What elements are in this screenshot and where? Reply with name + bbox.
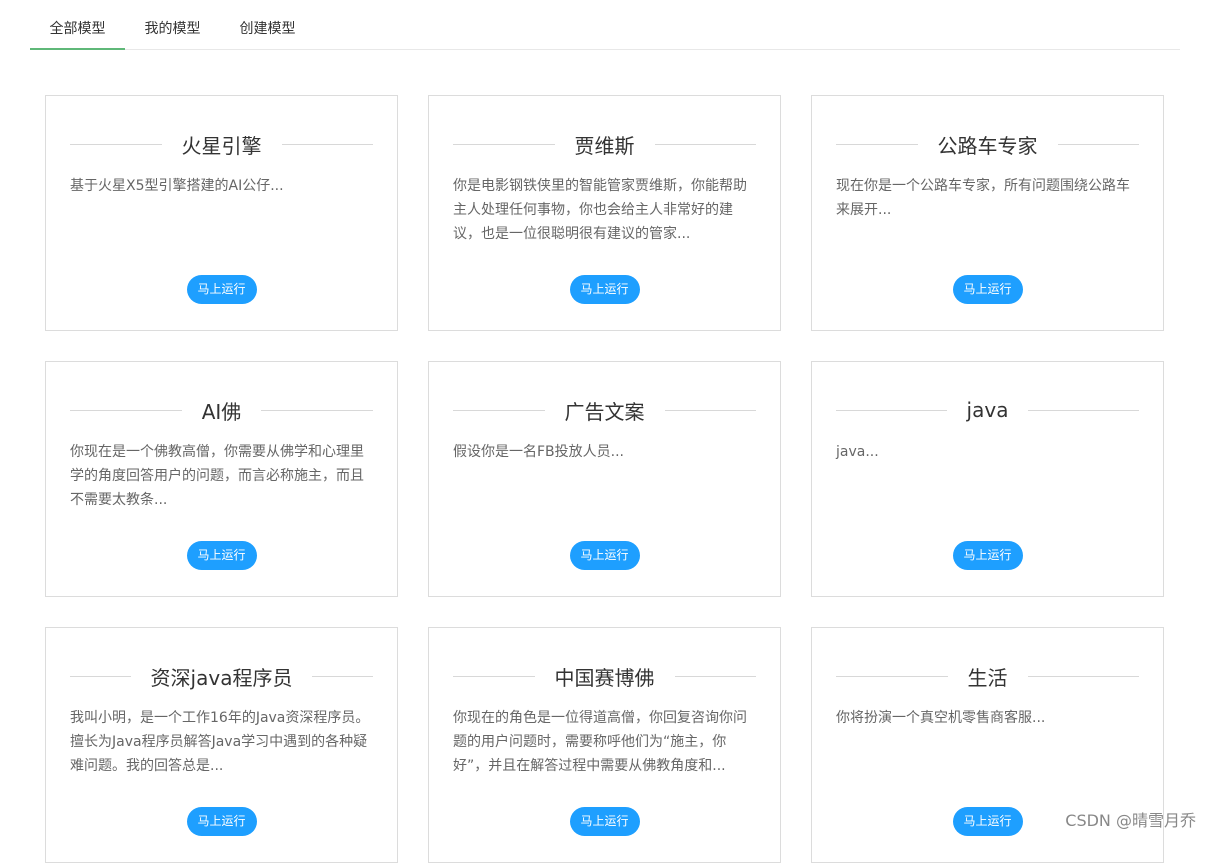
run-now-button[interactable]: 马上运行 xyxy=(570,807,640,836)
card-title-row: AI佛 xyxy=(70,395,373,425)
model-card-senior-java-dev: 资深java程序员 我叫小明，是一个工作16年的Java资深程序员。擅长为Jav… xyxy=(45,627,398,863)
card-title-row: java xyxy=(836,395,1139,425)
card-title-row: 火星引擎 xyxy=(70,129,373,159)
title-divider-left xyxy=(70,144,162,145)
title-divider-left xyxy=(70,410,182,411)
title-divider-left xyxy=(836,676,948,677)
card-title-row: 广告文案 xyxy=(453,395,756,425)
run-now-button[interactable]: 马上运行 xyxy=(570,275,640,304)
run-now-button[interactable]: 马上运行 xyxy=(953,541,1023,570)
title-divider-right xyxy=(665,410,757,411)
title-divider-right xyxy=(675,676,757,677)
run-now-button[interactable]: 马上运行 xyxy=(953,807,1023,836)
title-divider-right xyxy=(282,144,374,145)
card-title: 资深java程序员 xyxy=(131,662,313,691)
card-title-row: 中国赛博佛 xyxy=(453,661,756,691)
model-card-road-bike-expert: 公路车专家 现在你是一个公路车专家，所有问题围绕公路车来展开... 马上运行 xyxy=(811,95,1164,331)
model-card-jarvis: 贾维斯 你是电影钢铁侠里的智能管家贾维斯，你能帮助主人处理任何事物，你也会给主人… xyxy=(428,95,781,331)
title-divider-right xyxy=(1058,144,1140,145)
card-title: 广告文案 xyxy=(545,396,665,425)
model-card-java: java java... 马上运行 xyxy=(811,361,1164,597)
card-description: 基于火星X5型引擎搭建的AI公仔... xyxy=(70,174,373,198)
card-title: 中国赛博佛 xyxy=(535,662,675,691)
run-now-button[interactable]: 马上运行 xyxy=(187,541,257,570)
model-tabs: 全部模型 我的模型 创建模型 xyxy=(30,0,1180,50)
title-divider-right xyxy=(1028,410,1139,411)
title-divider-left xyxy=(453,410,545,411)
card-title: 贾维斯 xyxy=(555,130,655,159)
csdn-watermark: CSDN @晴雪月乔 xyxy=(1065,807,1196,831)
title-divider-right xyxy=(1028,676,1140,677)
card-title: java xyxy=(947,398,1029,422)
title-divider-right xyxy=(312,676,373,677)
card-title: 生活 xyxy=(948,662,1028,691)
run-now-button[interactable]: 马上运行 xyxy=(187,275,257,304)
card-description: 假设你是一名FB投放人员... xyxy=(453,440,756,464)
card-title: AI佛 xyxy=(182,396,262,425)
run-now-button[interactable]: 马上运行 xyxy=(187,807,257,836)
model-card-ad-copy: 广告文案 假设你是一名FB投放人员... 马上运行 xyxy=(428,361,781,597)
card-description: 现在你是一个公路车专家，所有问题围绕公路车来展开... xyxy=(836,174,1139,222)
card-description: java... xyxy=(836,440,1139,464)
tab-my-models[interactable]: 我的模型 xyxy=(125,0,220,50)
card-title-row: 资深java程序员 xyxy=(70,661,373,691)
card-title: 火星引擎 xyxy=(162,130,282,159)
title-divider-left xyxy=(453,144,555,145)
card-description: 我叫小明，是一个工作16年的Java资深程序员。擅长为Java程序员解答Java… xyxy=(70,706,373,778)
title-divider-left xyxy=(70,676,131,677)
title-divider-left xyxy=(836,144,918,145)
title-divider-right xyxy=(261,410,373,411)
tab-all-models[interactable]: 全部模型 xyxy=(30,0,125,50)
title-divider-left xyxy=(453,676,535,677)
run-now-button[interactable]: 马上运行 xyxy=(570,541,640,570)
card-title-row: 生活 xyxy=(836,661,1139,691)
tab-create-model[interactable]: 创建模型 xyxy=(220,0,315,50)
model-card-cyber-buddha: 中国赛博佛 你现在的角色是一位得道高僧，你回复咨询你问题的用户问题时，需要称呼他… xyxy=(428,627,781,863)
model-card-ai-buddha: AI佛 你现在是一个佛教高僧，你需要从佛学和心理里学的角度回答用户的问题，而言必… xyxy=(45,361,398,597)
card-description: 你是电影钢铁侠里的智能管家贾维斯，你能帮助主人处理任何事物，你也会给主人非常好的… xyxy=(453,174,756,246)
run-now-button[interactable]: 马上运行 xyxy=(953,275,1023,304)
card-description: 你现在的角色是一位得道高僧，你回复咨询你问题的用户问题时，需要称呼他们为“施主，… xyxy=(453,706,756,778)
card-title-row: 贾维斯 xyxy=(453,129,756,159)
title-divider-left xyxy=(836,410,947,411)
card-description: 你现在是一个佛教高僧，你需要从佛学和心理里学的角度回答用户的问题，而言必称施主，… xyxy=(70,440,373,512)
card-description: 你将扮演一个真空机零售商客服... xyxy=(836,706,1139,730)
card-title: 公路车专家 xyxy=(918,130,1058,159)
model-card-mars-engine: 火星引擎 基于火星X5型引擎搭建的AI公仔... 马上运行 xyxy=(45,95,398,331)
title-divider-right xyxy=(655,144,757,145)
card-title-row: 公路车专家 xyxy=(836,129,1139,159)
